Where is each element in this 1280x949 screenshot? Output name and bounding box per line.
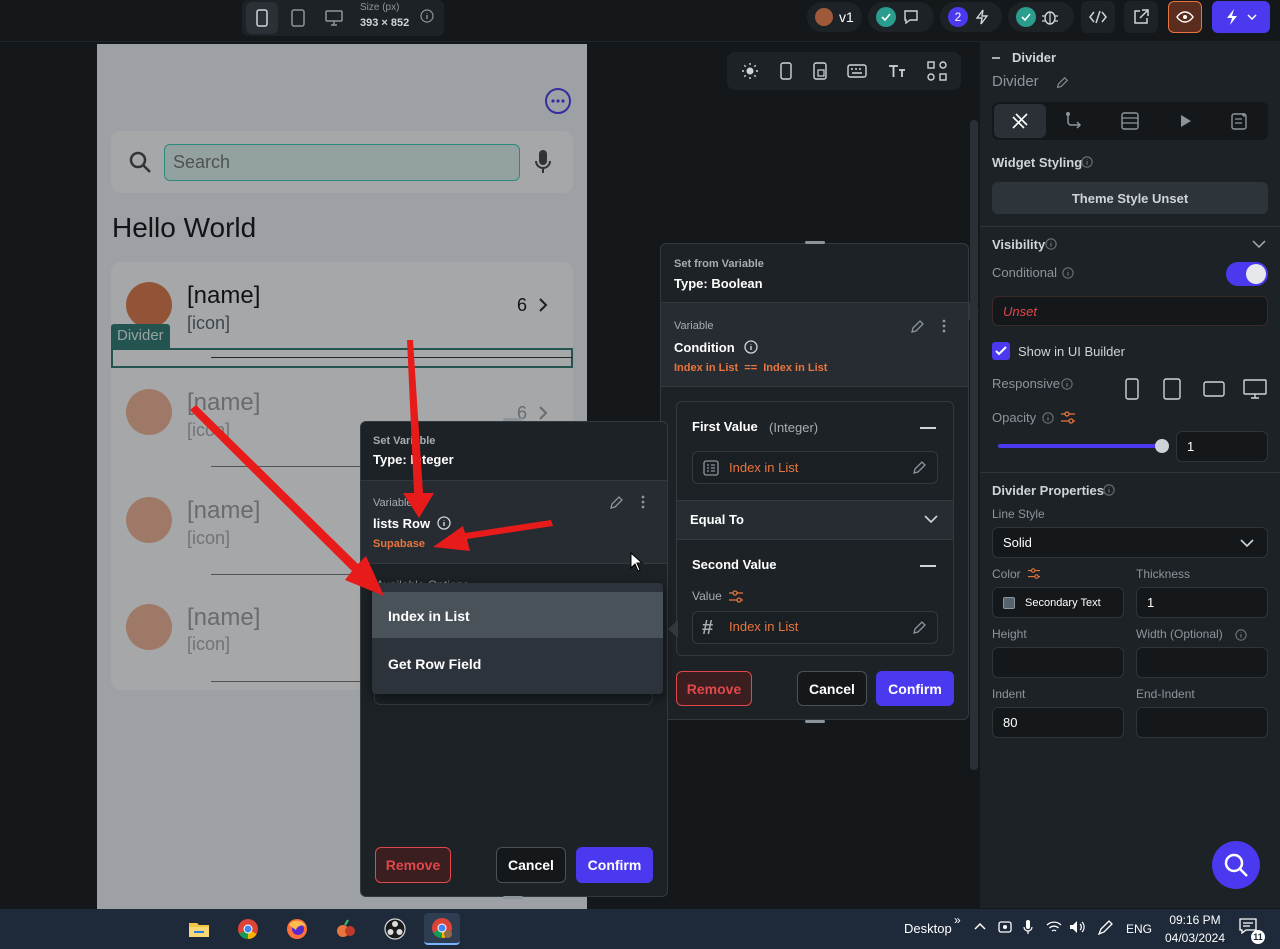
clock-time[interactable]: 09:16 PM xyxy=(1167,913,1223,927)
indent-input[interactable]: 80 xyxy=(992,707,1124,738)
section-divider xyxy=(980,226,1280,227)
phone-visibility-icon[interactable] xyxy=(1125,378,1139,400)
firefox-icon[interactable] xyxy=(279,913,315,945)
visibility-label: Visibility xyxy=(992,237,1046,252)
file-explorer-icon[interactable] xyxy=(181,913,217,945)
opacity-slider-track[interactable] xyxy=(998,439,1169,453)
tab-properties[interactable] xyxy=(994,104,1046,138)
line-style-select[interactable]: Solid xyxy=(992,527,1268,558)
info-icon[interactable] xyxy=(1042,412,1054,424)
height-input[interactable] xyxy=(992,647,1124,678)
chevron-up-icon[interactable] xyxy=(974,922,986,930)
chevron-down-icon[interactable] xyxy=(1252,240,1266,248)
tablet-landscape-visibility-icon[interactable] xyxy=(1203,381,1225,397)
line-style-value: Solid xyxy=(1003,535,1032,550)
divider-properties-label: Divider Properties xyxy=(992,483,1104,498)
widget-styling-label: Widget Styling xyxy=(992,155,1083,170)
notification-badge: 11 xyxy=(1251,930,1265,944)
opacity-slider-fill xyxy=(998,444,1162,448)
section-title: Divider xyxy=(1012,50,1057,65)
microphone-icon[interactable] xyxy=(1023,919,1033,935)
camera-icon[interactable] xyxy=(998,920,1012,934)
color-label: Color xyxy=(992,567,1021,581)
section-divider xyxy=(980,472,1280,473)
width-input[interactable] xyxy=(1136,647,1268,678)
opacity-input[interactable]: 1 xyxy=(1176,431,1268,462)
conditional-label: Conditional xyxy=(992,265,1058,280)
tablet-visibility-icon[interactable] xyxy=(1163,378,1181,400)
info-icon[interactable] xyxy=(1081,156,1093,168)
unset-text: Unset xyxy=(1003,303,1037,319)
show-in-ui-builder-checkbox[interactable] xyxy=(992,342,1010,360)
arrow-left xyxy=(433,520,553,551)
chevron-double-right-icon[interactable]: » xyxy=(954,913,961,927)
tune-icon[interactable] xyxy=(1060,411,1076,425)
info-icon[interactable] xyxy=(1235,629,1247,641)
tab-animations[interactable] xyxy=(1160,104,1212,138)
info-icon[interactable] xyxy=(1045,238,1057,250)
tab-backend-query[interactable] xyxy=(1104,104,1156,138)
language-indicator[interactable]: ENG xyxy=(1126,922,1152,936)
fruit-app-icon[interactable] xyxy=(328,913,364,945)
edit-icon[interactable] xyxy=(1055,76,1069,90)
theme-style-button[interactable]: Theme Style Unset xyxy=(992,182,1268,214)
color-field[interactable]: Secondary Text xyxy=(992,587,1124,618)
opacity-slider-thumb[interactable] xyxy=(1155,439,1169,453)
desktop-label[interactable]: Desktop xyxy=(904,921,952,936)
obs-icon[interactable] xyxy=(377,913,413,945)
color-value: Secondary Text xyxy=(1025,596,1101,609)
responsive-label: Responsive xyxy=(992,376,1060,391)
color-swatch xyxy=(1003,596,1015,609)
chevron-down-icon[interactable] xyxy=(1240,539,1254,547)
properties-panel xyxy=(980,42,1280,908)
tab-notes[interactable] xyxy=(1214,104,1266,138)
collapse-icon xyxy=(992,57,1000,59)
volume-icon[interactable] xyxy=(1069,920,1085,934)
desktop-visibility-icon[interactable] xyxy=(1243,379,1267,399)
indent-label: Indent xyxy=(992,687,1026,701)
pen-icon[interactable] xyxy=(1097,920,1113,936)
line-style-label: Line Style xyxy=(992,507,1045,521)
tab-actions[interactable] xyxy=(1048,104,1100,138)
info-icon[interactable] xyxy=(1103,484,1115,496)
height-label: Height xyxy=(992,627,1027,641)
chrome-profile-icon[interactable] xyxy=(424,913,460,945)
arrow-down xyxy=(403,340,434,518)
chrome-icon[interactable] xyxy=(230,913,266,945)
tune-icon[interactable] xyxy=(1027,568,1041,580)
show-in-ui-builder-label: Show in UI Builder xyxy=(1018,344,1125,359)
widget-name: Divider xyxy=(992,73,1039,90)
conditional-value-field[interactable]: Unset xyxy=(992,296,1268,326)
thickness-label: Thickness xyxy=(1136,567,1191,581)
width-label: Width (Optional) xyxy=(1136,627,1223,641)
thickness-input[interactable]: 1 xyxy=(1136,587,1268,618)
info-icon[interactable] xyxy=(1061,378,1073,390)
opacity-label: Opacity xyxy=(992,410,1037,425)
end-indent-input[interactable] xyxy=(1136,707,1268,738)
conditional-toggle[interactable] xyxy=(1226,262,1268,286)
end-indent-label: End-Indent xyxy=(1136,687,1195,701)
clock-date[interactable]: 04/03/2024 xyxy=(1163,931,1227,945)
wifi-icon[interactable] xyxy=(1046,920,1062,934)
info-icon[interactable] xyxy=(1062,267,1074,279)
scrollbar[interactable] xyxy=(970,120,978,770)
arrow-diagonal xyxy=(190,405,384,596)
search-fab[interactable] xyxy=(1212,841,1260,889)
